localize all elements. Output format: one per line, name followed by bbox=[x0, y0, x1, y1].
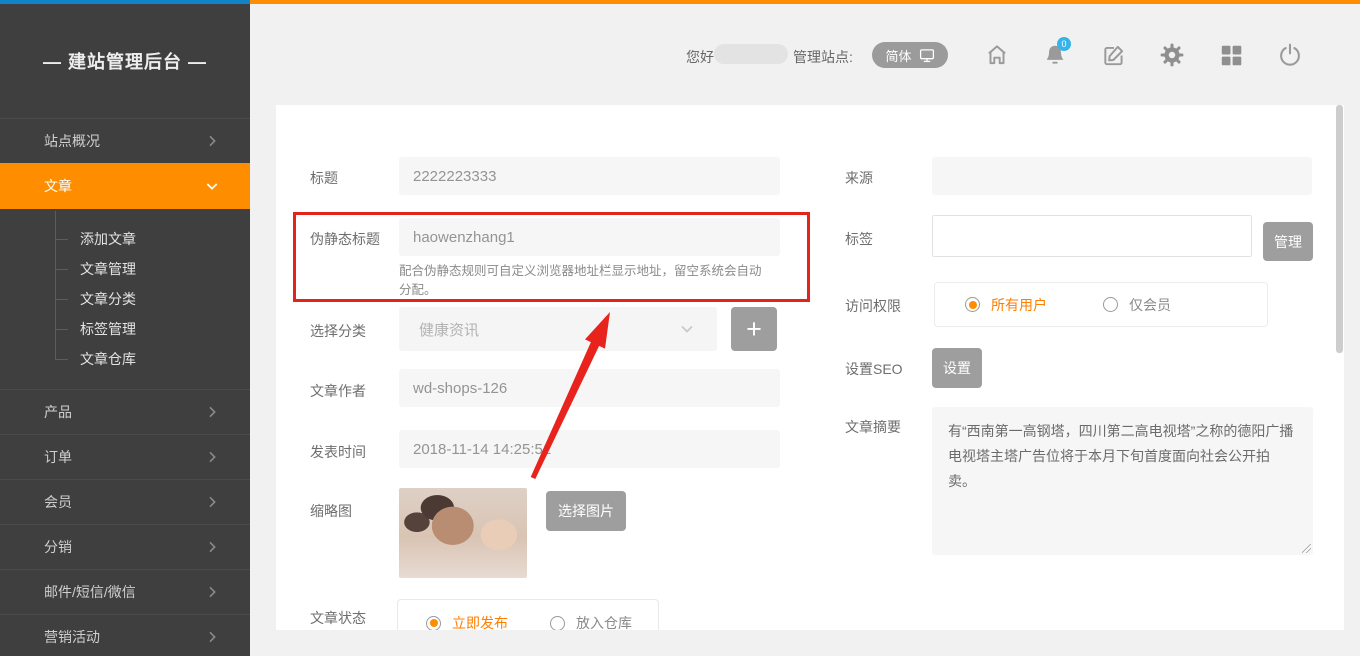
add-category-button[interactable]: + bbox=[731, 307, 777, 351]
app-title: — 建站管理后台 — bbox=[0, 4, 250, 118]
status-label: 文章状态 bbox=[310, 608, 366, 628]
apps-grid-icon[interactable] bbox=[1218, 42, 1244, 68]
articles-submenu: 添加文章 文章管理 文章分类 标签管理 文章仓库 bbox=[0, 209, 250, 389]
author-label: 文章作者 bbox=[310, 381, 366, 401]
chevron-right-icon bbox=[204, 539, 220, 555]
power-icon[interactable] bbox=[1277, 42, 1303, 68]
thumbnail-preview bbox=[399, 488, 527, 578]
home-icon[interactable] bbox=[984, 42, 1010, 68]
greeting-text: 您好 bbox=[686, 47, 714, 67]
title-label: 标题 bbox=[310, 168, 338, 188]
slug-help-text: 配合伪静态规则可自定义浏览器地址栏显示地址，留空系统会自动分配。 bbox=[399, 262, 771, 301]
gear-icon[interactable] bbox=[1159, 42, 1185, 68]
bell-icon[interactable]: 0 bbox=[1042, 42, 1068, 68]
chevron-right-icon bbox=[204, 584, 220, 600]
radio-unselected-icon bbox=[1103, 297, 1118, 312]
submenu-item-tag-manage[interactable]: 标签管理 bbox=[0, 314, 250, 344]
chevron-down-icon bbox=[677, 319, 697, 339]
seo-label: 设置SEO bbox=[845, 359, 903, 379]
status-option-warehouse[interactable]: 放入仓库 bbox=[550, 613, 632, 630]
manage-site-label: 管理站点: bbox=[793, 47, 853, 67]
access-option-members-only[interactable]: 仅会员 bbox=[1103, 295, 1171, 315]
compose-icon[interactable] bbox=[1101, 42, 1127, 68]
radio-selected-icon bbox=[965, 297, 980, 312]
panel-scrollbar-thumb[interactable] bbox=[1336, 105, 1343, 353]
article-edit-panel: 标题 伪静态标题 配合伪静态规则可自定义浏览器地址栏显示地址，留空系统会自动分配… bbox=[276, 105, 1344, 630]
manage-tags-button[interactable]: 管理 bbox=[1263, 222, 1313, 261]
sidebar-item-articles[interactable]: 文章 bbox=[0, 163, 250, 209]
chevron-right-icon bbox=[204, 494, 220, 510]
sidebar-item-members[interactable]: 会员 bbox=[0, 479, 250, 524]
source-label: 来源 bbox=[845, 168, 873, 188]
access-radio-group: 所有用户 仅会员 bbox=[934, 282, 1268, 327]
source-input[interactable] bbox=[932, 157, 1312, 195]
title-input[interactable] bbox=[399, 157, 780, 195]
category-label: 选择分类 bbox=[310, 321, 366, 341]
radio-selected-icon bbox=[426, 616, 441, 631]
chevron-right-icon bbox=[204, 133, 220, 149]
slug-input[interactable] bbox=[399, 218, 780, 256]
submenu-item-article-category[interactable]: 文章分类 bbox=[0, 284, 250, 314]
monitor-icon bbox=[919, 48, 935, 63]
summary-label: 文章摘要 bbox=[845, 417, 901, 437]
username-redacted bbox=[714, 44, 788, 64]
chevron-right-icon bbox=[204, 629, 220, 645]
sidebar-item-distribution[interactable]: 分销 bbox=[0, 524, 250, 569]
chevron-right-icon bbox=[204, 449, 220, 465]
access-label: 访问权限 bbox=[845, 296, 901, 316]
publish-time-input[interactable] bbox=[399, 430, 780, 468]
status-radio-group: 立即发布 放入仓库 bbox=[397, 599, 659, 630]
access-option-all-users[interactable]: 所有用户 bbox=[965, 295, 1047, 315]
sidebar-item-orders[interactable]: 订单 bbox=[0, 434, 250, 479]
slug-label: 伪静态标题 bbox=[310, 229, 380, 249]
author-input[interactable] bbox=[399, 369, 780, 407]
top-strip-orange bbox=[250, 0, 1360, 4]
submenu-item-article-manage[interactable]: 文章管理 bbox=[0, 254, 250, 284]
sidebar: — 建站管理后台 — 站点概况 文章 添加文章 文章管理 文章分类 标签管理 文… bbox=[0, 4, 250, 656]
publish-time-label: 发表时间 bbox=[310, 442, 366, 462]
sidebar-item-mail-sms-wechat[interactable]: 邮件/短信/微信 bbox=[0, 569, 250, 614]
tags-label: 标签 bbox=[845, 229, 873, 249]
summary-textarea[interactable]: 有“西南第一高钢塔，四川第二高电视塔”之称的德阳广播电视塔主塔广告位将于本月下旬… bbox=[932, 407, 1313, 555]
radio-unselected-icon bbox=[550, 616, 565, 631]
chevron-right-icon bbox=[204, 404, 220, 420]
thumbnail-label: 缩略图 bbox=[310, 501, 352, 521]
status-option-publish[interactable]: 立即发布 bbox=[426, 613, 508, 630]
submenu-item-add-article[interactable]: 添加文章 bbox=[0, 224, 250, 254]
seo-settings-button[interactable]: 设置 bbox=[932, 348, 982, 388]
sidebar-item-marketing[interactable]: 营销活动 bbox=[0, 614, 250, 656]
submenu-item-article-warehouse[interactable]: 文章仓库 bbox=[0, 344, 250, 374]
category-select[interactable]: 健康资讯 bbox=[399, 307, 717, 351]
notification-badge: 0 bbox=[1057, 37, 1071, 51]
language-preview-button[interactable]: 简体 bbox=[872, 42, 948, 68]
tags-input[interactable] bbox=[932, 215, 1252, 257]
sidebar-item-site-overview[interactable]: 站点概况 bbox=[0, 118, 250, 163]
category-selected-value: 健康资讯 bbox=[419, 319, 479, 340]
sidebar-item-label: 文章 bbox=[44, 176, 72, 196]
sidebar-item-products[interactable]: 产品 bbox=[0, 389, 250, 434]
chevron-down-icon bbox=[204, 178, 220, 194]
sidebar-item-label: 站点概况 bbox=[44, 131, 100, 151]
choose-image-button[interactable]: 选择图片 bbox=[546, 491, 626, 531]
